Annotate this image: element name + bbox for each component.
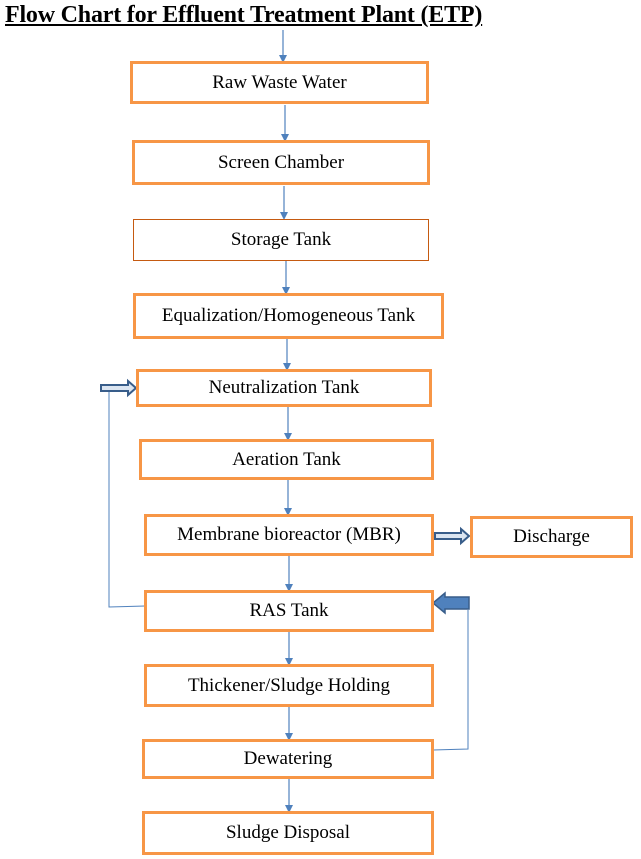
step-mbr: Membrane bioreactor (MBR) <box>144 514 434 556</box>
double-arrow-into-neutralization <box>100 378 138 398</box>
double-arrow-mbr-to-discharge <box>434 526 471 546</box>
step-aeration-tank: Aeration Tank <box>139 439 434 480</box>
step-label: Equalization/Homogeneous Tank <box>161 305 416 326</box>
discharge-label: Discharge <box>513 526 590 547</box>
step-label: RAS Tank <box>249 600 329 621</box>
discharge-box: Discharge <box>470 516 633 558</box>
step-label: Thickener/Sludge Holding <box>187 674 391 696</box>
step-equalization-tank: Equalization/Homogeneous Tank <box>133 293 444 339</box>
step-neutralization-tank: Neutralization Tank <box>136 369 432 407</box>
loop-dewatering-to-ras <box>432 610 469 751</box>
step-label: Screen Chamber <box>217 151 345 173</box>
step-thickener: Thickener/Sludge Holding <box>144 664 434 707</box>
connectors-layer <box>100 30 471 813</box>
step-label: Dewatering <box>243 748 333 769</box>
step-raw-waste-water: Raw Waste Water <box>130 61 429 104</box>
step-label: Raw Waste Water <box>212 71 347 93</box>
step-ras-tank: RAS Tank <box>144 590 434 632</box>
step-label: Sludge Disposal <box>225 822 351 843</box>
step-storage-tank: Storage Tank <box>133 219 429 261</box>
step-dewatering: Dewatering <box>142 739 434 779</box>
step-screen-chamber: Screen Chamber <box>132 140 430 185</box>
step-label: Storage Tank <box>230 229 332 250</box>
step-sludge-disposal: Sludge Disposal <box>142 811 434 855</box>
step-label: Aeration Tank <box>232 448 341 470</box>
loop-ras-to-neutralization <box>108 391 146 608</box>
step-label: Membrane bioreactor (MBR) <box>177 524 401 545</box>
block-arrow-into-ras <box>431 591 470 615</box>
step-label: Neutralization Tank <box>208 377 360 398</box>
